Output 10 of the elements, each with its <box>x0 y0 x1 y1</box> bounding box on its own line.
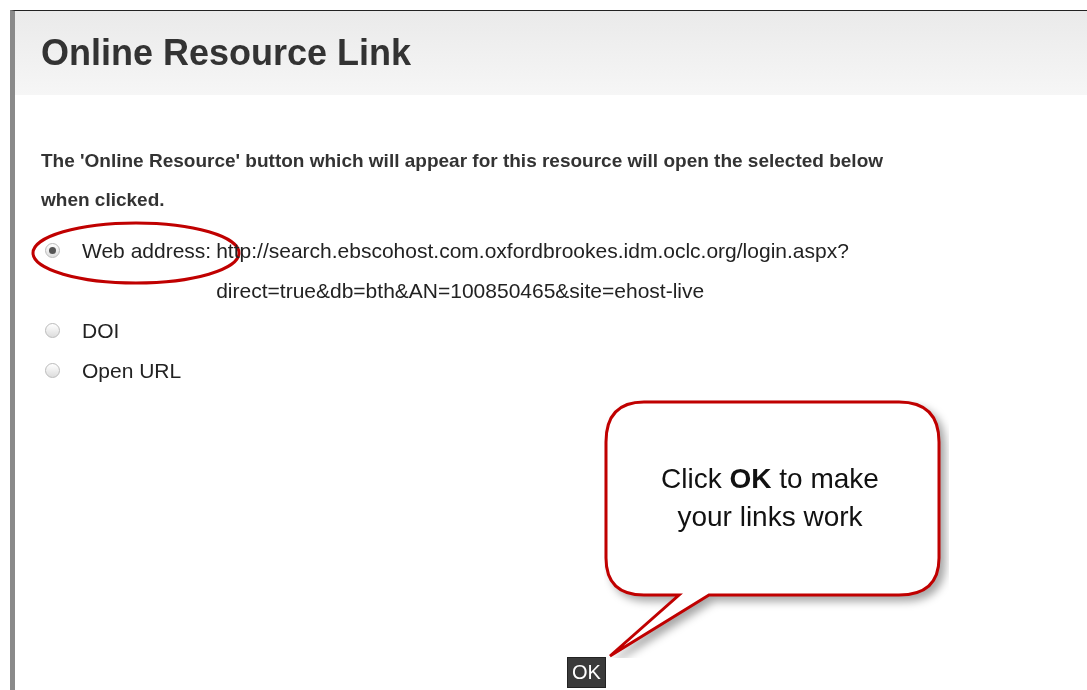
callout-text: Click OK to make your links work <box>660 462 880 534</box>
radio-button[interactable] <box>45 323 60 338</box>
option-label: Web address: <box>82 238 212 264</box>
ok-button[interactable]: OK <box>567 657 606 688</box>
option-label: Open URL <box>82 358 182 384</box>
option-label: DOI <box>82 318 120 344</box>
dialog-title: Online Resource Link <box>41 32 412 74</box>
radio-button[interactable] <box>45 363 60 378</box>
description-text: The 'Online Resource' button which will appear for this resource will open the selected below when clicked. <box>41 149 885 212</box>
radio-button[interactable] <box>45 243 60 258</box>
